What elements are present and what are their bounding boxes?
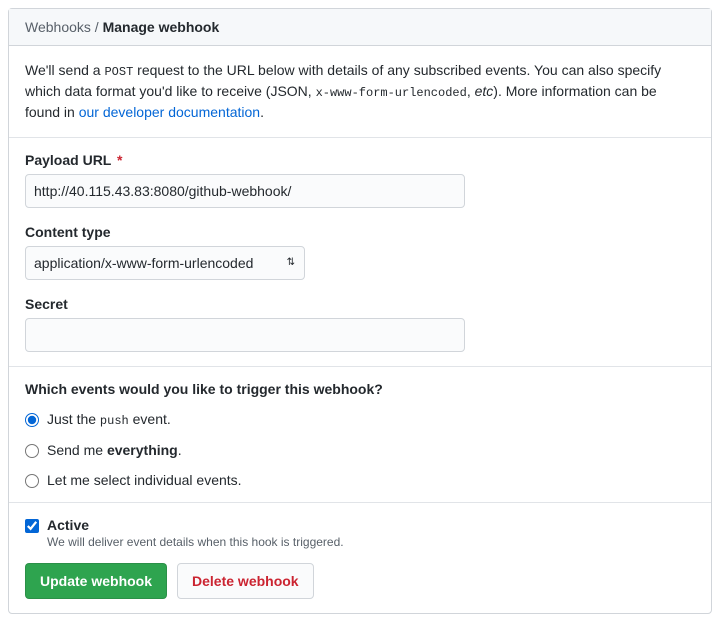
label-text: Payload URL (25, 152, 111, 168)
event-label-push: Just the push event. (47, 411, 171, 428)
update-webhook-button[interactable]: Update webhook (25, 563, 167, 599)
content-type-field: Content type application/x-www-form-urle… (25, 224, 695, 280)
payload-url-field: Payload URL * (25, 152, 695, 208)
intro-code-urlencoded: x-www-form-urlencoded (316, 86, 467, 100)
required-asterisk: * (117, 152, 122, 168)
event-radio-individual[interactable] (25, 474, 39, 488)
payload-url-label: Payload URL * (25, 152, 695, 168)
active-row[interactable]: Active We will deliver event details whe… (25, 517, 695, 549)
delete-webhook-button[interactable]: Delete webhook (177, 563, 314, 599)
intro-code-post: POST (104, 65, 133, 79)
secret-label: Secret (25, 296, 695, 312)
content-type-select[interactable]: application/x-www-form-urlencoded applic… (25, 246, 305, 280)
active-label: Active (47, 517, 344, 533)
breadcrumb-parent[interactable]: Webhooks (25, 19, 91, 35)
form-section: Payload URL * Content type application/x… (9, 138, 711, 367)
events-question: Which events would you like to trigger t… (25, 381, 695, 397)
event-option-push[interactable]: Just the push event. (25, 411, 695, 428)
event-radio-push[interactable] (25, 413, 39, 427)
intro-etc: etc (475, 83, 494, 99)
secret-input[interactable] (25, 318, 465, 352)
events-section: Which events would you like to trigger t… (9, 367, 711, 503)
intro-text: We'll send a POST request to the URL bel… (9, 46, 711, 138)
event-label-everything: Send me everything. (47, 442, 182, 458)
event-option-everything[interactable]: Send me everything. (25, 442, 695, 458)
secret-field: Secret (25, 296, 695, 352)
intro-part: We'll send a (25, 62, 104, 78)
intro-part: , (467, 83, 475, 99)
event-label-individual: Let me select individual events. (47, 472, 242, 488)
active-checkbox[interactable] (25, 519, 39, 533)
active-note: We will deliver event details when this … (47, 535, 344, 549)
action-buttons: Update webhook Delete webhook (25, 563, 695, 599)
content-type-label: Content type (25, 224, 695, 240)
webhook-panel: Webhooks / Manage webhook We'll send a P… (8, 8, 712, 614)
event-radio-everything[interactable] (25, 444, 39, 458)
breadcrumb-current: Manage webhook (103, 19, 220, 35)
breadcrumb-separator: / (95, 19, 99, 35)
intro-part: . (260, 104, 264, 120)
active-section: Active We will deliver event details whe… (9, 503, 711, 613)
developer-docs-link[interactable]: our developer documentation (79, 104, 260, 120)
event-option-individual[interactable]: Let me select individual events. (25, 472, 695, 488)
panel-header: Webhooks / Manage webhook (9, 9, 711, 46)
push-code: push (100, 414, 129, 428)
payload-url-input[interactable] (25, 174, 465, 208)
